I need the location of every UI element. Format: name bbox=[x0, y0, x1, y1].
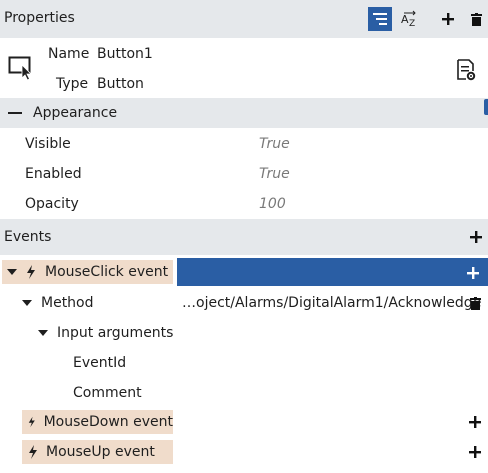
appearance-title: Appearance bbox=[33, 105, 118, 121]
alphabetical-sort-icon: A Z bbox=[401, 10, 416, 29]
property-value[interactable]: True bbox=[259, 164, 290, 184]
mouse-down-event[interactable]: MouseDown event bbox=[22, 410, 173, 434]
properties-title: Properties bbox=[4, 10, 75, 26]
argument-label: Comment bbox=[73, 385, 142, 401]
expand-arrow-icon[interactable] bbox=[22, 300, 32, 306]
svg-text:Z: Z bbox=[409, 19, 415, 29]
document-settings-icon bbox=[457, 59, 476, 81]
argument-row-eventid[interactable]: EventId bbox=[0, 352, 488, 374]
object-settings-button[interactable] bbox=[455, 58, 477, 82]
events-header: Events bbox=[0, 219, 488, 255]
delete-property-button[interactable] bbox=[466, 7, 486, 31]
delete-method-button[interactable] bbox=[467, 295, 483, 311]
name-value[interactable]: Button1 bbox=[97, 44, 153, 64]
input-arguments-label: Input arguments bbox=[57, 325, 174, 341]
name-label: Name bbox=[48, 46, 90, 62]
expand-arrow-icon[interactable] bbox=[7, 269, 17, 275]
plus-icon bbox=[469, 446, 481, 458]
category-sort-button[interactable] bbox=[368, 7, 392, 31]
event-label: MouseClick event bbox=[45, 264, 169, 280]
lightning-icon bbox=[29, 445, 37, 459]
method-value[interactable]: …oject/Alarms/DigitalAlarm1/Acknowledge bbox=[182, 293, 481, 313]
add-mouse-up-handler-button[interactable] bbox=[467, 444, 483, 460]
argument-row-comment[interactable]: Comment bbox=[0, 382, 488, 404]
category-sort-icon bbox=[373, 13, 387, 25]
appearance-header[interactable]: Appearance bbox=[0, 98, 488, 128]
method-label: Method bbox=[41, 295, 94, 311]
svg-text:A: A bbox=[401, 13, 409, 26]
lightning-icon bbox=[28, 416, 35, 428]
events-title: Events bbox=[4, 229, 52, 245]
property-label: Opacity bbox=[25, 196, 79, 212]
add-event-button[interactable] bbox=[466, 227, 486, 247]
argument-label: EventId bbox=[73, 355, 127, 371]
property-label: Enabled bbox=[25, 166, 82, 182]
mouse-up-event[interactable]: MouseUp event bbox=[22, 440, 173, 464]
scrollbar-thumb[interactable] bbox=[484, 99, 488, 115]
add-method-button[interactable] bbox=[466, 266, 480, 280]
property-label: Visible bbox=[25, 136, 71, 152]
collapse-icon[interactable] bbox=[8, 112, 22, 114]
input-arguments-row[interactable]: Input arguments bbox=[0, 322, 488, 344]
plus-icon bbox=[467, 267, 479, 279]
plus-icon bbox=[470, 231, 482, 243]
plus-icon bbox=[469, 416, 481, 428]
expand-arrow-icon[interactable] bbox=[38, 330, 48, 336]
property-value[interactable]: 100 bbox=[259, 194, 286, 214]
alphabetical-sort-button[interactable]: A Z bbox=[398, 7, 422, 31]
object-type-icon bbox=[8, 56, 34, 81]
mouse-click-event[interactable]: MouseClick event bbox=[2, 260, 173, 284]
type-value: Button bbox=[97, 76, 144, 92]
lightning-icon bbox=[27, 265, 35, 279]
property-row-visible[interactable]: Visible True bbox=[0, 133, 488, 155]
method-row[interactable]: Method …oject/Alarms/DigitalAlarm1/Ackno… bbox=[0, 292, 488, 314]
trash-icon bbox=[470, 12, 482, 26]
plus-icon bbox=[442, 13, 454, 25]
event-label: MouseDown event bbox=[43, 414, 173, 430]
add-property-button[interactable] bbox=[438, 7, 458, 31]
property-row-opacity[interactable]: Opacity 100 bbox=[0, 193, 488, 215]
event-label: MouseUp event bbox=[46, 444, 155, 460]
properties-header: Properties A Z bbox=[0, 0, 488, 38]
add-mouse-down-handler-button[interactable] bbox=[467, 414, 483, 430]
trash-icon bbox=[469, 296, 481, 310]
property-row-enabled[interactable]: Enabled True bbox=[0, 163, 488, 185]
property-value[interactable]: True bbox=[259, 134, 290, 154]
type-label: Type bbox=[56, 76, 89, 92]
selected-event-bar[interactable] bbox=[177, 258, 488, 286]
